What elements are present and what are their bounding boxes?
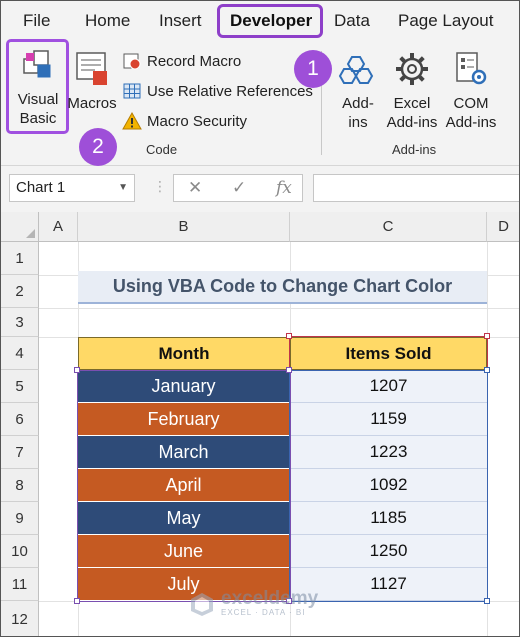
range-handle[interactable] [484, 598, 490, 604]
formula-actions: ✕ ✓ fx [173, 174, 303, 202]
sold-cell[interactable]: 1185 [290, 502, 487, 535]
hexagon-addin-icon [338, 56, 374, 84]
month-cell[interactable]: March [78, 436, 290, 469]
gear-icon [396, 53, 428, 85]
table-grid-icon [123, 83, 141, 99]
range-handle[interactable] [286, 367, 292, 373]
menu-bar: File Home Insert Developer Data Page Lay… [1, 1, 519, 41]
row-header-1[interactable]: 1 [1, 242, 39, 275]
row-header-10[interactable]: 10 [1, 535, 39, 568]
row-header-9[interactable]: 9 [1, 502, 39, 535]
sold-cell[interactable]: 1250 [290, 535, 487, 568]
excel-addins-label-1: Excel [393, 95, 431, 112]
addins-label-1: Add- [342, 95, 374, 112]
row-header-8[interactable]: 8 [1, 469, 39, 502]
relative-references-label: Use Relative References [147, 82, 313, 100]
formula-input[interactable] [313, 174, 519, 202]
com-addins-label-1: COM [453, 95, 489, 112]
macros-button[interactable]: Macros [67, 49, 117, 113]
chevron-down-icon[interactable]: ▼ [118, 182, 128, 193]
column-header-b[interactable]: B [78, 212, 290, 242]
spreadsheet-grid: A B C D 1 2 3 4 5 6 7 8 9 10 11 12 Using… [1, 212, 519, 636]
row-header-2[interactable]: 2 [1, 275, 39, 308]
row-header-3[interactable]: 3 [1, 308, 39, 337]
macro-security-button[interactable]: Macro Security [122, 111, 247, 131]
watermark-name: exceldemy [221, 588, 319, 609]
code-group-label: Code [146, 142, 178, 157]
excel-addins-label-2: Add-ins [386, 114, 438, 131]
row-header-4[interactable]: 4 [1, 337, 39, 370]
addins-group-label: Add-ins [392, 142, 437, 157]
record-macro-button[interactable]: Record Macro [122, 51, 241, 71]
relative-references-button[interactable]: Use Relative References [122, 81, 313, 101]
insert-function-icon[interactable]: fx [276, 178, 292, 198]
watermark: exceldemy EXCEL · DATA · BI [189, 588, 319, 617]
warning-icon [122, 111, 142, 130]
row-header-5[interactable]: 5 [1, 370, 39, 403]
com-addins-button[interactable]: COM Add-ins [443, 49, 499, 132]
addins-label-2: ins [348, 114, 368, 131]
tab-file[interactable]: File [23, 11, 50, 31]
com-addins-label-2: Add-ins [445, 114, 497, 131]
name-box[interactable]: Chart 1 ▼ [9, 174, 135, 202]
developer-highlight [217, 4, 323, 38]
record-macro-label: Record Macro [147, 52, 242, 70]
row-header-7[interactable]: 7 [1, 436, 39, 469]
column-header-c[interactable]: C [290, 212, 487, 242]
macro-security-label: Macro Security [147, 112, 248, 130]
tab-page-layout[interactable]: Page Layout [398, 11, 493, 31]
visual-basic-highlight [6, 39, 69, 134]
sold-cell[interactable]: 1207 [290, 370, 487, 403]
row-header-6[interactable]: 6 [1, 403, 39, 436]
month-cell[interactable]: April [78, 469, 290, 502]
grid-line [487, 242, 488, 636]
range-handle[interactable] [286, 333, 292, 339]
sold-cell[interactable]: 1127 [290, 568, 487, 601]
range-handle[interactable] [74, 598, 80, 604]
range-handle[interactable] [484, 367, 490, 373]
excel-window: File Home Insert Developer Data Page Lay… [0, 0, 520, 637]
column-header-d[interactable]: D [487, 212, 519, 242]
record-macro-icon [123, 53, 141, 70]
step-1-badge: 1 [294, 50, 332, 88]
tab-data[interactable]: Data [334, 11, 370, 31]
macros-label: Macros [67, 95, 117, 112]
excel-addins-button[interactable]: Excel Add-ins [385, 49, 439, 132]
column-header-a[interactable]: A [39, 212, 78, 242]
range-handle[interactable] [74, 367, 80, 373]
sheet-title[interactable]: Using VBA Code to Change Chart Color [78, 271, 487, 304]
formula-bar-grip-icon: ⋮ [153, 178, 167, 194]
grid-line [39, 308, 519, 309]
sold-cell[interactable]: 1159 [290, 403, 487, 436]
addins-button[interactable]: Add- ins [335, 49, 381, 132]
row-header-12[interactable]: 12 [1, 601, 39, 636]
tab-insert[interactable]: Insert [159, 11, 202, 31]
month-cell[interactable]: February [78, 403, 290, 436]
watermark-tagline: EXCEL · DATA · BI [221, 608, 306, 617]
select-all-corner[interactable] [1, 212, 39, 242]
step-2-badge: 2 [79, 128, 117, 166]
tab-home[interactable]: Home [85, 11, 130, 31]
month-cell[interactable]: May [78, 502, 290, 535]
row-header-11[interactable]: 11 [1, 568, 39, 601]
com-addins-icon [456, 52, 487, 85]
sold-cell[interactable]: 1092 [290, 469, 487, 502]
formula-bar: Chart 1 ▼ ⋮ ✕ ✓ fx [1, 166, 519, 212]
enter-icon[interactable]: ✓ [232, 178, 246, 198]
month-cell[interactable]: January [78, 370, 290, 403]
range-handle[interactable] [484, 333, 490, 339]
cancel-icon[interactable]: ✕ [188, 178, 202, 198]
exceldemy-logo-icon [191, 592, 213, 616]
macros-icon [76, 52, 107, 85]
month-cell[interactable]: June [78, 535, 290, 568]
name-box-value: Chart 1 [16, 179, 66, 196]
header-month[interactable]: Month [78, 337, 290, 370]
header-items-sold[interactable]: Items Sold [290, 337, 487, 370]
sold-cell[interactable]: 1223 [290, 436, 487, 469]
